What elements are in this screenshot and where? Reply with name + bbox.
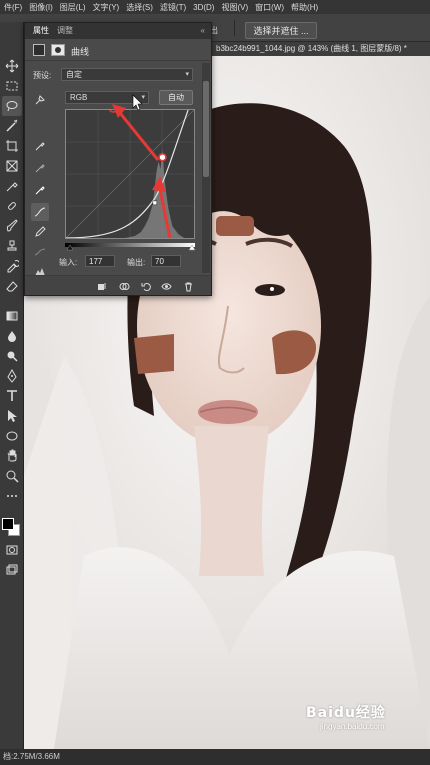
channel-value: RGB [70,93,88,102]
healing-brush-icon[interactable] [2,196,22,216]
tab-properties[interactable]: 属性 [33,25,49,37]
menu-bar: 件(F) 图像(I) 图层(L) 文字(Y) 选择(S) 滤镜(T) 3D(D) 视图(V) 窗… [0,0,430,14]
channel-dropdown[interactable]: RGB ▾ [65,91,149,104]
foreground-color-swatch[interactable] [2,518,14,530]
chevron-down-icon: ▾ [141,94,145,101]
path-select-icon[interactable] [2,406,22,426]
screen-mode-icon[interactable] [2,560,22,580]
menu-item[interactable]: 帮助(H) [291,2,318,13]
gray-point-eyedropper-icon[interactable] [31,159,49,177]
auto-button[interactable]: 自动 [159,90,193,105]
tab-adjustments[interactable]: 调整 [57,25,73,37]
crop-icon[interactable] [2,136,22,156]
curves-adjustment-icon [33,44,45,56]
document-size: 档:2.75M/3.66M [3,752,60,761]
view-previous-icon[interactable] [117,279,131,293]
lasso-icon[interactable] [2,96,22,116]
clone-stamp-icon[interactable] [2,236,22,256]
input-output-row: 输入: 输出: [25,255,211,269]
input-field[interactable] [85,255,115,267]
on-image-adjust-icon[interactable] [31,91,49,109]
curve-control-point [152,200,158,206]
blur-icon[interactable] [2,326,22,346]
pen-icon[interactable] [2,366,22,386]
preset-label: 预设: [33,71,52,80]
trash-icon[interactable] [181,279,195,293]
channel-row: RGB ▾ 自动 [25,89,211,107]
scroll-thumb[interactable] [203,81,209,177]
panel-tabs: 属性 调整 « [25,23,211,39]
curve-points-icon[interactable] [31,203,49,221]
menu-item[interactable]: 文字(Y) [93,2,120,13]
magic-wand-icon[interactable] [2,116,22,136]
visibility-eye-icon[interactable] [159,279,173,293]
tools-panel [0,22,24,755]
menu-item[interactable]: 图像(I) [29,2,53,13]
menu-item[interactable]: 件(F) [4,2,22,13]
input-range-slider[interactable] [65,241,197,251]
menu-item[interactable]: 选择(S) [126,2,153,13]
options-divider [234,20,235,36]
white-point-eyedropper-icon[interactable] [31,181,49,199]
preset-value: 自定 [66,70,82,79]
pencil-icon[interactable] [31,223,49,241]
forehead-patch [216,216,254,236]
panel-scrollbar[interactable] [202,63,210,273]
chevron-down-icon: ▾ [185,71,189,78]
frame-icon[interactable] [2,156,22,176]
menu-item[interactable]: 滤镜(T) [160,2,186,13]
panel-title: 曲线 [71,47,90,57]
status-bar: 档:2.75M/3.66M [0,749,430,765]
marquee-icon[interactable] [2,76,22,96]
clip-to-layer-icon[interactable] [95,279,109,293]
collapse-panel-icon[interactable]: « [201,26,205,35]
annotation-circle [108,110,118,113]
layer-mask-icon[interactable] [51,44,65,56]
baidu-watermark: Baidu经验 jingyan.baidu.com [306,702,416,742]
menu-item[interactable]: 窗口(W) [255,2,284,13]
watermark-url: jingyan.baidu.com [320,722,385,731]
eraser-icon[interactable] [2,276,22,296]
output-field[interactable] [151,255,181,267]
watermark-logo: Baidu经验 [306,705,386,721]
eyedropper-icon[interactable] [2,176,22,196]
menu-item[interactable]: 图层(L) [60,2,86,13]
panel-title-row: 曲线 [25,39,211,61]
curve-tools [31,87,51,276]
reset-icon[interactable] [139,279,153,293]
quick-mask-icon[interactable] [2,540,22,560]
more-tools-icon[interactable] [2,486,22,506]
hand-icon[interactable] [2,446,22,466]
output-label: 输出: [127,258,146,267]
select-and-mask-button[interactable]: 选择并遮住 ... [245,22,317,39]
shape-icon[interactable] [2,426,22,446]
input-label: 输入: [59,258,78,267]
curve-graph[interactable] [65,109,195,239]
document-tab[interactable]: b3bc24b991_1044.jpg @ 143% (曲线 1, 图层蒙版/8… [212,42,430,56]
curve-graph-svg[interactable] [66,110,194,238]
zoom-icon[interactable] [2,466,22,486]
black-point-eyedropper-icon[interactable] [31,137,49,155]
dodge-icon[interactable] [2,346,22,366]
document-tab-bar: b3bc24b991_1044.jpg @ 143% (曲线 1, 图层蒙版/8… [212,42,430,56]
history-brush-icon[interactable] [2,256,22,276]
move-icon[interactable] [2,56,22,76]
properties-panel: 属性 调整 « 曲线 预设: 自定 ▾ RGB ▾ 自动 输入: 177 输出:… [24,22,212,296]
type-icon[interactable] [2,386,22,406]
panel-footer [25,275,211,295]
brush-icon[interactable] [2,216,22,236]
annotation-circle [158,153,167,162]
gradient-icon[interactable] [2,306,22,326]
menu-item[interactable]: 视图(V) [221,2,248,13]
menu-item[interactable]: 3D(D) [193,3,214,12]
preset-dropdown[interactable]: 自定 ▾ [61,68,193,81]
preset-row: 预设: 自定 ▾ [25,67,211,83]
